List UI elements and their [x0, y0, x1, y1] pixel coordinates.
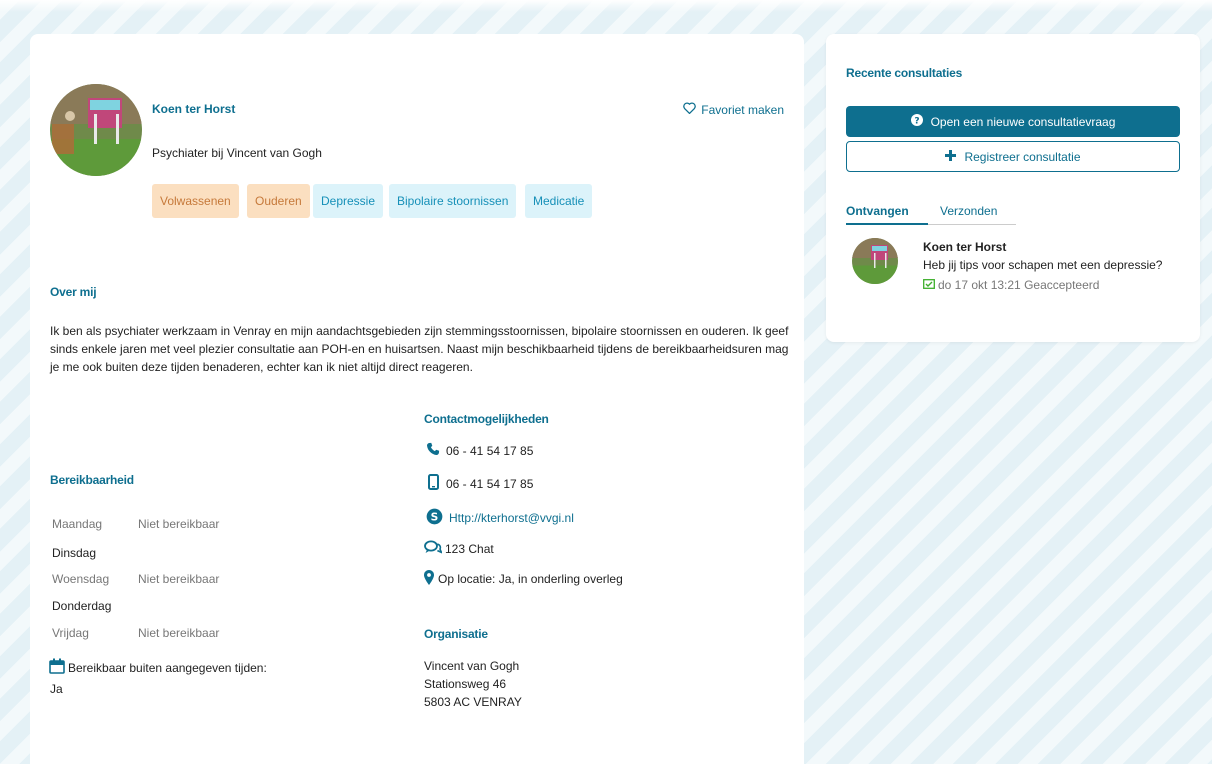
day-dinsdag: Dinsdag — [52, 546, 97, 560]
phone-icon — [426, 442, 440, 459]
recent-consultations-card: Recente consultaties ? Open een nieuwe c… — [826, 34, 1200, 342]
favorite-label: Favoriet maken — [701, 102, 784, 117]
outside-hours-row: Bereikbaar buiten aangegeven tijden: — [49, 658, 267, 677]
day-woensdag: Woensdag — [52, 572, 110, 586]
contact-phone[interactable]: 06 - 41 54 17 85 — [426, 442, 533, 459]
day-maandag-value: Niet bereikbaar — [138, 517, 220, 531]
active-tab-indicator — [846, 223, 928, 225]
contact-mobile[interactable]: 06 - 41 54 17 85 — [426, 474, 533, 493]
mobile-icon — [426, 474, 440, 493]
contact-heading: Contactmogelijkheden — [424, 412, 549, 426]
tab-verzonden[interactable]: Verzonden — [940, 204, 997, 218]
consultation-meta: do 17 okt 13:21 Geaccepteerd — [938, 278, 1100, 292]
contact-location: Op locatie: Ja, in onderling overleg — [424, 570, 623, 588]
day-woensdag-value: Niet bereikbaar — [138, 572, 220, 586]
consultation-sender[interactable]: Koen ter Horst — [923, 240, 1006, 254]
organisation-street: Stationsweg 46 — [424, 677, 507, 691]
about-heading: Over mij — [50, 285, 97, 299]
profile-card: Koen ter Horst Favoriet maken Psychiater… — [30, 34, 804, 764]
contact-skype-link[interactable]: Http://kterhorst@vvgi.nl — [449, 511, 574, 525]
calendar-icon — [49, 658, 65, 677]
question-circle-icon: ? — [910, 114, 923, 129]
consultation-meta-row: do 17 okt 13:21 Geaccepteerd — [923, 278, 1099, 292]
envelope-check-icon — [923, 278, 935, 292]
contact-chat[interactable]: 123 Chat — [424, 540, 494, 557]
contact-chat-value: 123 Chat — [445, 541, 494, 556]
organisation-heading: Organisatie — [424, 627, 488, 641]
register-consultation-button[interactable]: Registreer consultatie — [846, 141, 1180, 172]
profile-avatar — [50, 84, 142, 176]
recent-consultations-heading: Recente consultaties — [846, 66, 963, 80]
contact-location-value: Op locatie: Ja, in onderling overleg — [438, 572, 623, 586]
favorite-button[interactable]: Favoriet maken — [683, 102, 784, 117]
tag-ouderen[interactable]: Ouderen — [247, 184, 310, 218]
consultation-avatar — [852, 238, 898, 284]
new-consultation-label: Open een nieuwe consultatievraag — [930, 114, 1116, 129]
consultation-message[interactable]: Heb jij tips voor schapen met een depres… — [923, 258, 1162, 272]
day-donderdag: Donderdag — [52, 599, 112, 613]
day-vrijdag: Vrijdag — [52, 626, 89, 640]
profile-role: Psychiater bij Vincent van Gogh — [152, 146, 322, 160]
tag-volwassenen[interactable]: Volwassenen — [152, 184, 239, 218]
skype-icon: S — [426, 508, 443, 528]
outside-hours-label: Bereikbaar buiten aangegeven tijden: — [68, 660, 267, 675]
availability-heading: Bereikbaarheid — [50, 473, 134, 487]
tab-ontvangen[interactable]: Ontvangen — [846, 204, 909, 218]
organisation-city: 5803 AC VENRAY — [424, 695, 522, 709]
register-consultation-label: Registreer consultatie — [964, 149, 1081, 164]
contact-mobile-value: 06 - 41 54 17 85 — [446, 476, 534, 491]
plus-icon — [945, 149, 957, 164]
about-text: Ik ben als psychiater werkzaam in Venray… — [50, 324, 789, 374]
day-maandag: Maandag — [52, 517, 103, 531]
tag-medicatie[interactable]: Medicatie — [525, 184, 593, 218]
day-vrijdag-value: Niet bereikbaar — [138, 626, 220, 640]
new-consultation-button[interactable]: ? Open een nieuwe consultatievraag — [846, 106, 1180, 137]
organisation-name: Vincent van Gogh — [424, 659, 520, 673]
map-pin-icon — [424, 570, 434, 588]
top-bar — [0, 0, 1212, 12]
heart-outline-icon — [683, 102, 697, 117]
svg-text:?: ? — [914, 116, 919, 126]
svg-text:S: S — [431, 510, 439, 523]
tag-depressie[interactable]: Depressie — [313, 184, 384, 218]
contact-skype[interactable]: S Http://kterhorst@vvgi.nl — [426, 508, 574, 528]
contact-phone-value: 06 - 41 54 17 85 — [446, 443, 534, 458]
tag-bipolaire-stoornissen[interactable]: Bipolaire stoornissen — [389, 184, 517, 218]
outside-hours-value: Ja — [50, 682, 63, 696]
chat-icon — [424, 540, 443, 557]
profile-name: Koen ter Horst — [152, 102, 236, 116]
